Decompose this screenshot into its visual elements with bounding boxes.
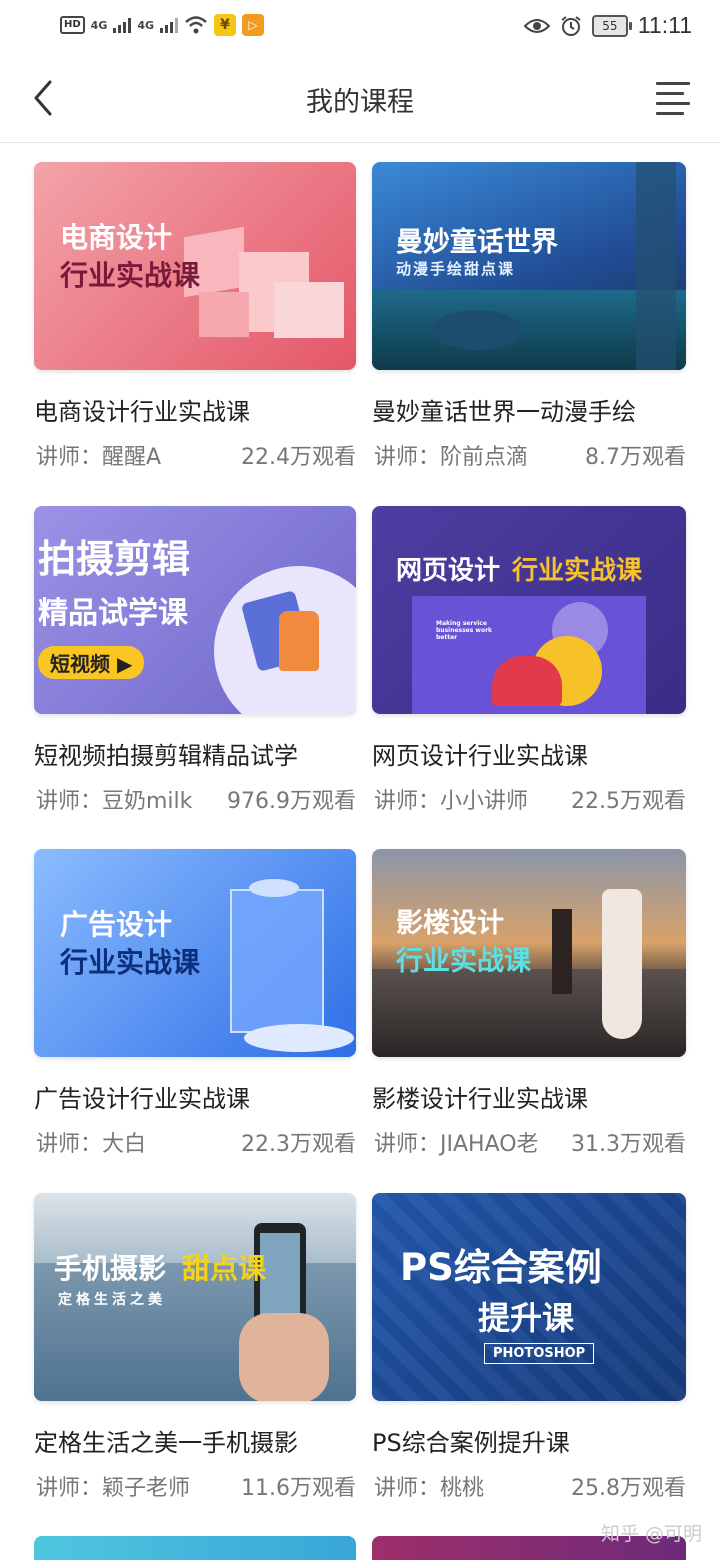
thumb-heading: 电商设计 — [60, 221, 173, 254]
page-title: 我的课程 — [306, 87, 414, 118]
lecturer-label: 讲师：颖子老师 — [36, 1476, 191, 1501]
course-grid: 电商设计 行业实战课 电商设计行业实战课 讲师：醒醒A 22.4万观看 曼妙童话… — [0, 142, 720, 1560]
course-title: 电商设计行业实战课 — [34, 398, 250, 426]
thumb-badge: 短视频 ▶ — [38, 646, 145, 679]
course-card[interactable]: 影楼设计 行业实战课 影楼设计行业实战课 讲师：JIAHAO老 31.3万观看 — [372, 849, 686, 1158]
lecturer-label: 讲师：豆奶milk — [36, 789, 193, 814]
course-meta: 讲师：小小讲师 22.5万观看 — [372, 783, 686, 815]
thumb-heading: 曼妙童话世界 — [396, 227, 558, 258]
course-meta: 讲师：豆奶milk 976.9万观看 — [34, 783, 356, 815]
course-card[interactable]: 曼妙童话世界 动漫手绘甜点课 曼妙童话世界一动漫手绘 讲师：阶前点滴 8.7万观… — [372, 162, 686, 471]
view-count: 25.8万观看 — [571, 1470, 686, 1502]
course-thumbnail[interactable]: 广告设计 行业实战课 — [34, 849, 356, 1057]
course-thumbnail-partial[interactable] — [34, 1536, 356, 1560]
play-icon: ▷ — [242, 14, 265, 36]
signal-icon — [113, 17, 132, 33]
wifi-icon — [185, 16, 207, 34]
course-meta: 讲师：醒醒A 22.4万观看 — [34, 439, 356, 471]
app-bar: 我的课程 — [0, 56, 720, 143]
course-title: 网页设计行业实战课 — [372, 742, 588, 770]
course-meta: 讲师：大白 22.3万观看 — [34, 1126, 356, 1158]
battery-icon: 55 — [591, 14, 632, 37]
thumb-subheading: 行业实战课 — [60, 259, 201, 292]
alarm-icon — [561, 15, 581, 36]
view-count: 31.3万观看 — [571, 1126, 686, 1158]
lecturer-label: 讲师：小小讲师 — [374, 789, 529, 814]
thumb-subheading: 定格生活之美 — [58, 1292, 166, 1308]
thumb-badge: PHOTOSHOP — [484, 1343, 595, 1364]
thumb-heading-accent: 行业实战课 — [512, 556, 643, 586]
course-card[interactable]: 拍摄剪辑 精品试学课 短视频 ▶ 短视频拍摄剪辑精品试学 讲师：豆奶milk 9… — [34, 506, 356, 815]
view-count: 976.9万观看 — [227, 783, 356, 815]
course-title: 定格生活之美一手机摄影 — [34, 1429, 298, 1457]
lecturer-label: 讲师：JIAHAO老 — [374, 1132, 539, 1157]
thumb-subheading: 动漫手绘甜点课 — [396, 260, 516, 278]
thumb-subheading: 行业实战课 — [60, 946, 201, 979]
course-meta: 讲师：颖子老师 11.6万观看 — [34, 1470, 356, 1502]
hd-icon: HD — [60, 16, 85, 34]
course-thumbnail[interactable]: 电商设计 行业实战课 — [34, 162, 356, 370]
thumb-heading: 拍摄剪辑 — [38, 537, 191, 581]
course-thumbnail[interactable]: 拍摄剪辑 精品试学课 短视频 ▶ — [34, 506, 356, 714]
course-thumbnail[interactable]: 手机摄影 甜点课 定格生活之美 — [34, 1193, 356, 1401]
course-meta: 讲师：阶前点滴 8.7万观看 — [372, 439, 686, 471]
menu-button[interactable] — [656, 82, 690, 116]
course-card[interactable]: 电商设计 行业实战课 电商设计行业实战课 讲师：醒醒A 22.4万观看 — [34, 162, 356, 471]
lecturer-label: 讲师：桃桃 — [374, 1476, 485, 1501]
course-card[interactable]: 广告设计 行业实战课 广告设计行业实战课 讲师：大白 22.3万观看 — [34, 849, 356, 1158]
status-right: 55 11:11 — [523, 12, 692, 39]
thumb-heading: PS综合案例 — [400, 1246, 602, 1289]
view-count: 22.4万观看 — [241, 439, 356, 471]
payment-icon: ¥ — [214, 14, 237, 36]
thumb-mock-text: Making service businesses work better — [436, 620, 493, 641]
thumb-heading: 影楼设计 — [396, 908, 504, 939]
course-meta: 讲师：桃桃 25.8万观看 — [372, 1470, 686, 1502]
status-left: HD 4G 4G ¥ ▷ — [60, 14, 265, 36]
course-card[interactable]: PS综合案例 提升课 PHOTOSHOP PS综合案例提升课 讲师：桃桃 25.… — [372, 1193, 686, 1502]
course-title: 影楼设计行业实战课 — [372, 1085, 588, 1113]
status-time: 11:11 — [637, 12, 692, 38]
sim2-network-label: 4G — [137, 18, 155, 32]
course-thumbnail[interactable]: 曼妙童话世界 动漫手绘甜点课 — [372, 162, 686, 370]
course-thumbnail[interactable]: 影楼设计 行业实战课 — [372, 849, 686, 1057]
lecturer-label: 讲师：阶前点滴 — [374, 445, 529, 470]
course-title: 广告设计行业实战课 — [34, 1085, 250, 1113]
signal-icon — [160, 17, 179, 33]
course-thumbnail[interactable]: 网页设计 行业实战课 Making service businesses wor… — [372, 506, 686, 714]
view-count: 22.3万观看 — [241, 1126, 356, 1158]
thumb-heading: 广告设计 — [60, 908, 173, 941]
watermark: 知乎 @可明 — [600, 1523, 702, 1545]
view-count: 8.7万观看 — [585, 439, 686, 471]
course-title: 短视频拍摄剪辑精品试学 — [34, 742, 298, 770]
lecturer-label: 讲师：大白 — [36, 1132, 147, 1157]
course-thumbnail[interactable]: PS综合案例 提升课 PHOTOSHOP — [372, 1193, 686, 1401]
view-count: 11.6万观看 — [241, 1470, 356, 1502]
menu-icon — [656, 82, 690, 115]
thumb-heading: 手机摄影 — [54, 1252, 167, 1285]
view-count: 22.5万观看 — [571, 783, 686, 815]
status-bar: HD 4G 4G ¥ ▷ 55 11:11 — [0, 0, 720, 56]
course-title: 曼妙童话世界一动漫手绘 — [372, 398, 636, 426]
eye-icon — [523, 18, 550, 33]
thumb-heading: 网页设计 — [396, 556, 501, 586]
thumb-subheading: 提升课 — [478, 1299, 575, 1337]
thumb-subheading: 行业实战课 — [396, 946, 531, 977]
course-meta: 讲师：JIAHAO老 31.3万观看 — [372, 1126, 686, 1158]
course-card[interactable]: 网页设计 行业实战课 Making service businesses wor… — [372, 506, 686, 815]
course-card[interactable]: 手机摄影 甜点课 定格生活之美 定格生活之美一手机摄影 讲师：颖子老师 11.6… — [34, 1193, 356, 1502]
thumb-subheading: 精品试学课 — [38, 596, 188, 631]
lecturer-label: 讲师：醒醒A — [36, 445, 162, 470]
course-title: PS综合案例提升课 — [372, 1429, 570, 1457]
sim1-network-label: 4G — [90, 18, 108, 32]
thumb-heading-accent: 甜点课 — [182, 1252, 267, 1285]
